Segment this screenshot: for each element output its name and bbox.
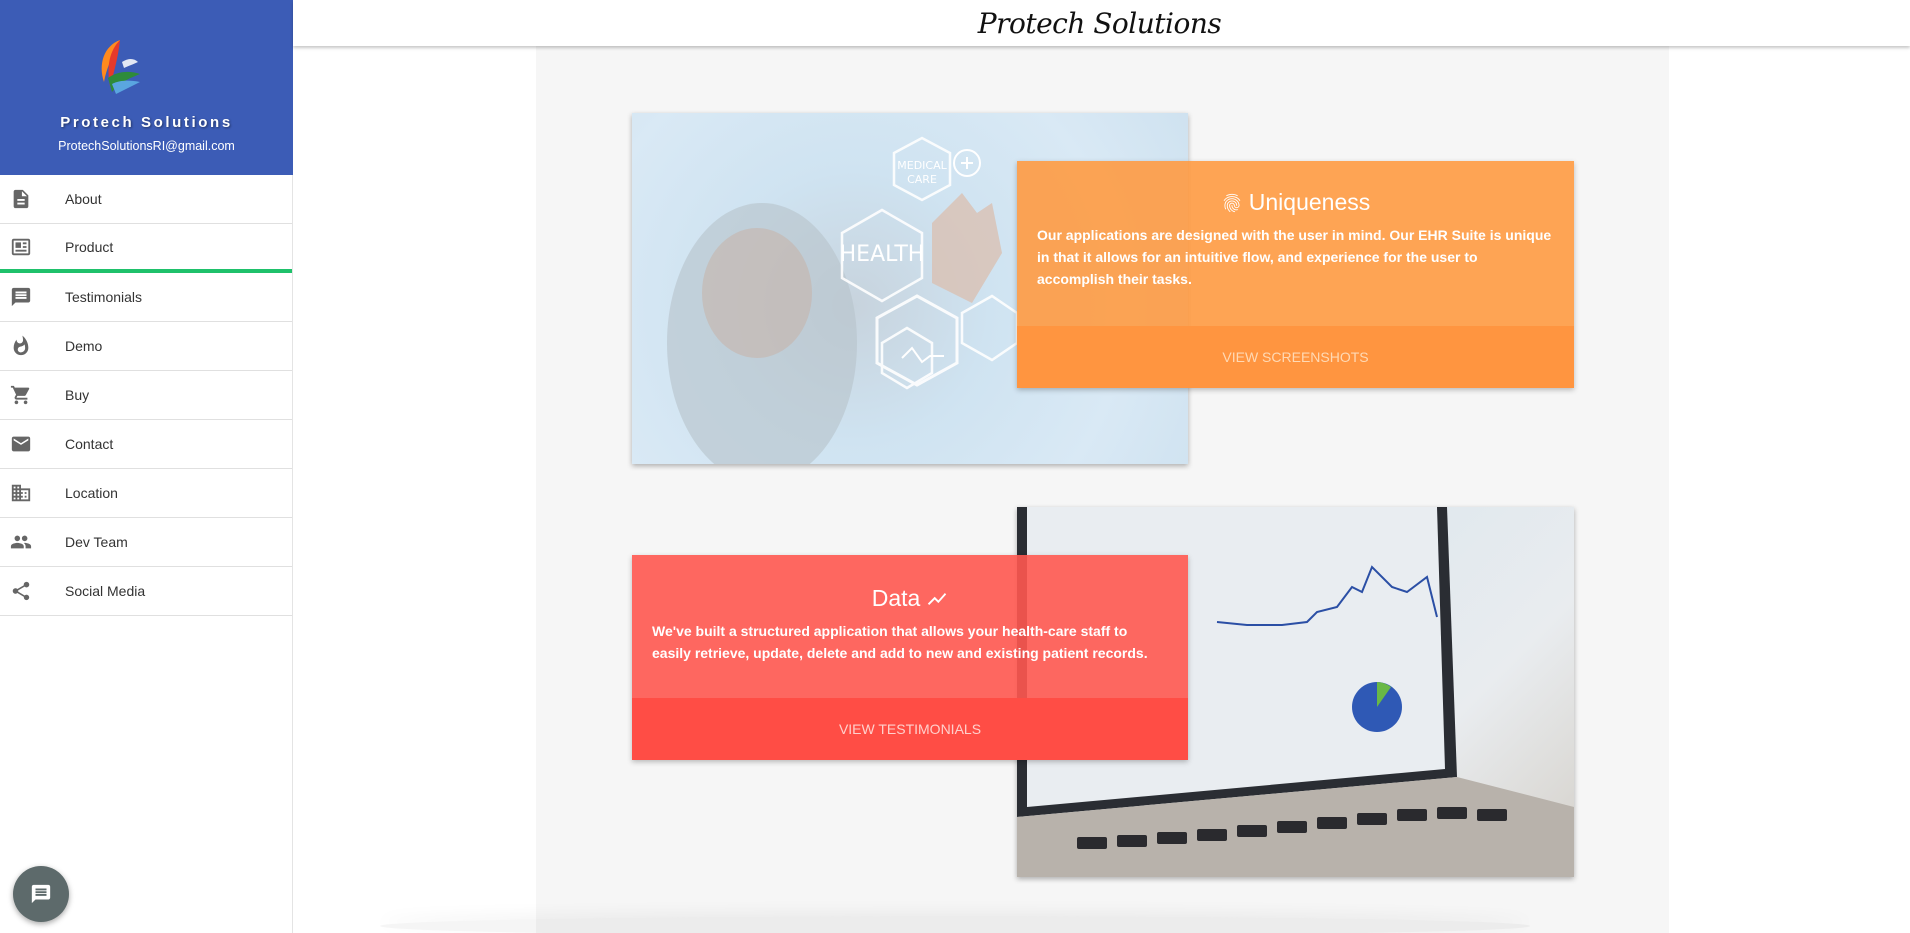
sidebar-item-dev-team[interactable]: Dev Team bbox=[0, 518, 292, 567]
uniqueness-card-body: Our applications are designed with the u… bbox=[1037, 227, 1552, 287]
sidebar-item-label: Social Media bbox=[65, 583, 146, 599]
brand-email[interactable]: ProtechSolutionsRI@gmail.com bbox=[0, 139, 293, 153]
uniqueness-title-text: Uniqueness bbox=[1248, 189, 1371, 215]
page-title: Protech Solutions bbox=[977, 6, 1222, 40]
sidebar-item-contact[interactable]: Contact bbox=[0, 420, 292, 469]
people-icon bbox=[10, 531, 32, 553]
brand-logo bbox=[101, 40, 140, 94]
sidebar-nav: About Product Testimonials Demo Buy Cont… bbox=[0, 175, 292, 616]
sidebar-item-testimonials[interactable]: Testimonials bbox=[0, 273, 292, 322]
comment-icon bbox=[10, 286, 32, 308]
svg-text:MEDICAL: MEDICAL bbox=[897, 159, 947, 172]
data-card: Data We've built a structured applicatio… bbox=[632, 555, 1188, 760]
sidebar-item-label: Product bbox=[65, 238, 114, 255]
sidebar: Protech Solutions ProtechSolutionsRI@gma… bbox=[0, 0, 293, 933]
data-card-body: We've built a structured application tha… bbox=[652, 623, 1148, 661]
chat-icon bbox=[31, 884, 51, 904]
svg-text:HEALTH: HEALTH bbox=[840, 242, 925, 267]
data-card-title: Data bbox=[632, 585, 1188, 612]
sidebar-item-social-media[interactable]: Social Media bbox=[0, 567, 292, 616]
sidebar-item-label: Location bbox=[65, 485, 118, 501]
uniqueness-card: Uniqueness Our applications are designed… bbox=[1017, 161, 1574, 388]
sidebar-item-label: Testimonials bbox=[65, 289, 143, 305]
building-icon bbox=[10, 482, 32, 504]
brand-name: Protech Solutions bbox=[60, 114, 233, 131]
svg-text:CARE: CARE bbox=[907, 173, 937, 186]
sidebar-item-location[interactable]: Location bbox=[0, 469, 292, 518]
view-testimonials-button[interactable]: VIEW TESTIMONIALS bbox=[632, 698, 1188, 760]
sidebar-item-label: Dev Team bbox=[65, 534, 128, 550]
chat-button[interactable] bbox=[13, 866, 69, 922]
fire-icon bbox=[10, 335, 32, 357]
sidebar-item-label: About bbox=[65, 191, 102, 207]
mail-icon bbox=[10, 433, 32, 455]
uniqueness-card-title: Uniqueness bbox=[1017, 189, 1574, 216]
sidebar-item-label: Buy bbox=[65, 387, 90, 403]
view-screenshots-button[interactable]: VIEW SCREENSHOTS bbox=[1017, 326, 1574, 388]
document-icon bbox=[10, 188, 32, 210]
fingerprint-icon bbox=[1223, 193, 1241, 212]
trending-up-icon bbox=[928, 592, 947, 605]
sidebar-item-about[interactable]: About bbox=[0, 175, 292, 224]
sidebar-item-demo[interactable]: Demo bbox=[0, 322, 292, 371]
share-icon bbox=[10, 580, 32, 602]
sidebar-item-label: Contact bbox=[65, 436, 114, 452]
data-title-text: Data bbox=[871, 585, 921, 611]
top-bar: Protech Solutions bbox=[293, 0, 1910, 46]
sidebar-item-product[interactable]: Product bbox=[0, 224, 292, 273]
sidebar-item-label: Demo bbox=[65, 338, 103, 354]
newspaper-icon bbox=[10, 236, 32, 258]
sidebar-item-buy[interactable]: Buy bbox=[0, 371, 292, 420]
cart-icon bbox=[10, 384, 32, 406]
next-section-edge bbox=[380, 916, 1530, 933]
sidebar-header: Protech Solutions ProtechSolutionsRI@gma… bbox=[0, 0, 293, 175]
